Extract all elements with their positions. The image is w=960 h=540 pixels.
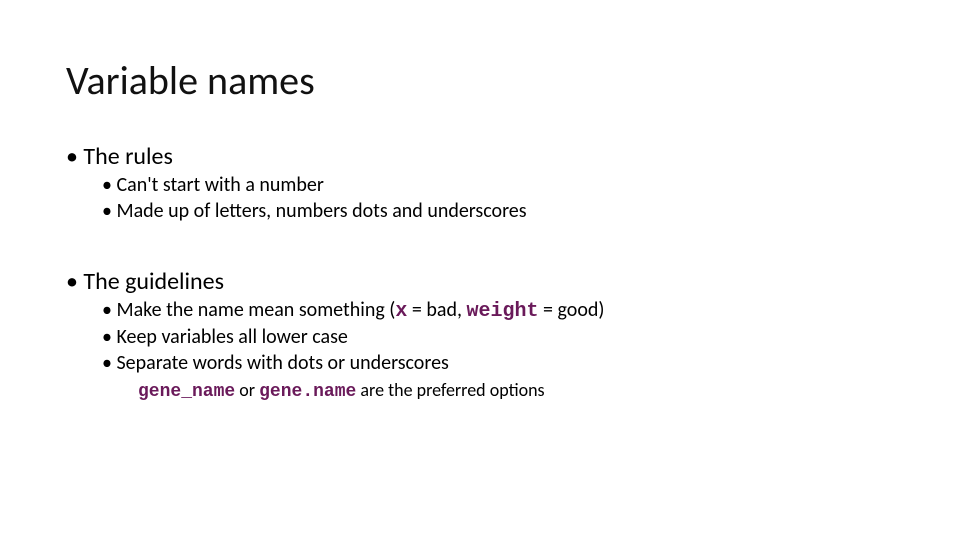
text-fragment: = bad, <box>407 298 466 322</box>
code-fragment: gene_name <box>138 382 235 402</box>
slide-title: Variable names <box>66 56 315 105</box>
text-fragment: or <box>235 379 259 401</box>
guidelines-item: Make the name mean something (x = bad, w… <box>102 298 900 323</box>
rules-item: Made up of letters, numbers dots and und… <box>102 199 900 223</box>
code-fragment: gene.name <box>259 382 356 402</box>
text-fragment: are the preferred options <box>356 379 544 401</box>
code-fragment: weight <box>466 300 538 323</box>
section-heading-rules: The rules <box>66 142 900 171</box>
guidelines-item: Separate words with dots or underscores <box>102 351 900 375</box>
text-fragment: = good) <box>539 298 605 322</box>
guidelines-item: Keep variables all lower case <box>102 325 900 349</box>
rules-item: Can't start with a number <box>102 173 900 197</box>
section-heading-guidelines: The guidelines <box>66 267 900 296</box>
slide: Variable names The rules Can't start wit… <box>0 0 960 540</box>
slide-content: The rules Can't start with a number Made… <box>66 136 900 402</box>
guidelines-note: gene_name or gene.name are the preferred… <box>138 379 900 402</box>
code-fragment: x <box>395 300 407 323</box>
text-fragment: Make the name mean something ( <box>116 298 395 322</box>
